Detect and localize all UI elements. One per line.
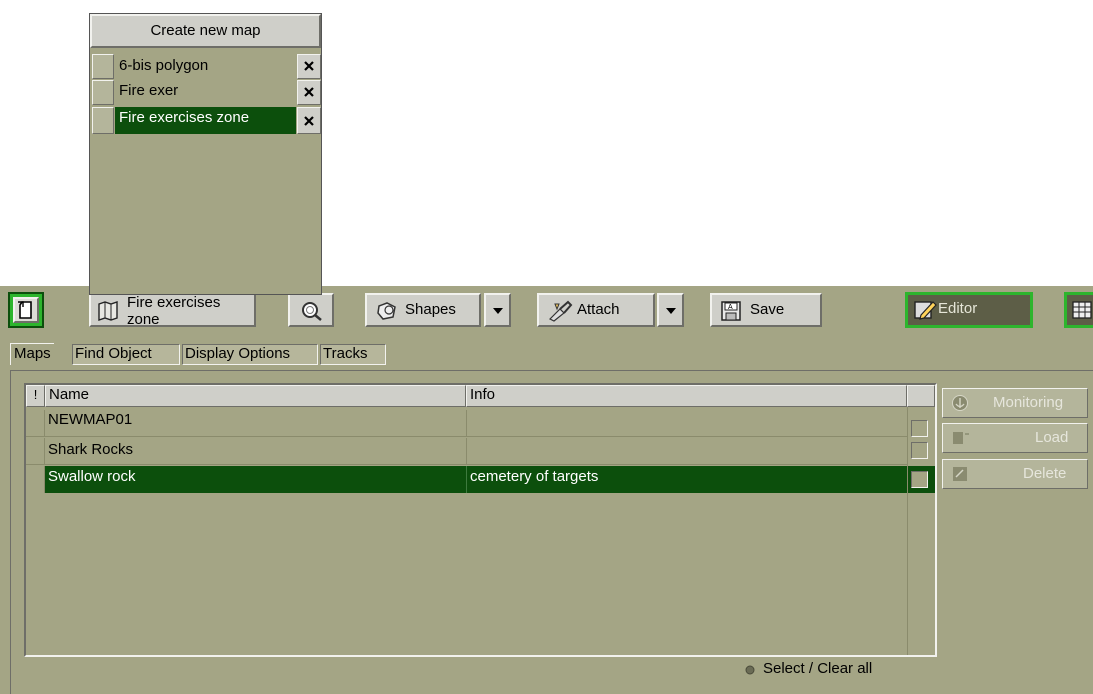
row-name-cell: Swallow rock [48,468,136,485]
attach-button[interactable]: Attach [537,293,655,327]
row-info-cell: cemetery of targets [470,468,599,485]
monitoring-label: Monitoring [993,394,1064,411]
row-checkbox[interactable] [911,442,928,459]
floppy-disk-icon: A [720,300,742,322]
check-column-header[interactable] [907,385,935,407]
maps-table: ! Name Info NEWMAP01 Shark Rocks Swallow… [24,383,937,657]
monitoring-button[interactable]: Monitoring [942,388,1088,418]
close-icon [303,115,315,127]
shapes-dropdown-button[interactable] [484,293,511,327]
shapes-button[interactable]: Shapes [365,293,481,327]
map-dropdown: Create new map 6-bis polygon Fire exer F… [89,13,322,295]
remove-map-button[interactable] [297,80,321,105]
shapes-label: Shapes [405,301,456,318]
table-row[interactable]: NEWMAP01 [26,410,907,437]
save-label: Save [750,301,785,318]
name-header-label: Name [49,386,90,403]
select-clear-all[interactable]: Select / Clear all [743,659,903,681]
magnifier-icon [300,300,324,322]
row-checkbox[interactable] [911,420,928,437]
chevron-down-icon [665,307,677,315]
tab-find-object[interactable]: Find Object [72,344,180,365]
layers-button[interactable] [1064,292,1093,328]
chevron-down-icon [492,307,504,315]
row-name-cell: Shark Rocks [48,441,134,458]
delete-label: Delete [1023,465,1067,482]
editor-label: Editor [938,300,978,317]
editor-button[interactable]: Editor [905,292,1033,328]
remove-map-button[interactable] [297,107,321,134]
list-item[interactable]: 6-bis polygon [115,54,296,79]
radio-dot-icon [745,665,755,675]
list-item[interactable]: Fire exercises zone [115,107,296,134]
tab-display-options-label: Display Options [185,345,291,362]
delete-button[interactable]: Delete [942,459,1088,489]
list-item-label: Fire exer [119,82,179,99]
row-flag-cell [26,466,45,493]
row-name-cell: NEWMAP01 [48,411,133,428]
create-new-map-button[interactable]: Create new map [90,14,321,48]
select-clear-all-label: Select / Clear all [763,660,873,677]
attach-label: Attach [577,301,620,318]
create-new-map-label: Create new map [150,22,261,39]
current-map-label: Fire exercises zone [127,294,221,327]
grid-table-icon [1072,300,1092,320]
map-icon [96,300,120,322]
row-flag-cell [26,410,45,436]
delete-icon [951,465,969,483]
list-item-label: 6-bis polygon [119,57,209,74]
new-document-icon [13,297,39,323]
close-icon [303,86,315,98]
list-item-handle[interactable] [92,80,114,105]
load-icon [951,429,973,447]
tab-tracks[interactable]: Tracks [320,344,386,365]
column-divider [466,438,467,464]
info-header-label: Info [470,386,496,403]
info-column-header[interactable]: Info [466,385,907,407]
current-map-button[interactable]: Fire exercises zone [89,293,256,327]
editor-pen-icon [913,299,937,321]
list-item[interactable]: Fire exer [115,80,296,105]
column-divider [466,410,467,436]
tab-tracks-label: Tracks [323,345,368,362]
tab-display-options[interactable]: Display Options [182,344,318,365]
flag-header-label: ! [33,387,38,402]
shapes-icon [375,300,399,322]
list-item-handle[interactable] [92,107,114,134]
tab-maps-label: Maps [14,345,51,362]
table-row[interactable]: Swallow rock cemetery of targets [26,466,907,493]
load-button[interactable]: Load [942,423,1088,453]
tab-bar: Maps Find Object Display Options Tracks [10,343,610,365]
save-button[interactable]: A Save [710,293,822,327]
attach-icon [547,300,573,322]
row-checkbox[interactable] [911,471,928,488]
anchor-icon [951,394,969,412]
name-column-header[interactable]: Name [45,385,466,407]
tab-maps[interactable]: Maps [10,343,54,365]
remove-map-button[interactable] [297,54,321,79]
attach-dropdown-button[interactable] [657,293,684,327]
new-map-button[interactable] [8,292,44,328]
svg-text:A: A [728,304,733,311]
find-button[interactable] [288,293,334,327]
column-divider [907,407,908,655]
table-row[interactable]: Shark Rocks [26,438,907,465]
flag-column-header[interactable]: ! [26,385,45,407]
column-divider [466,466,467,493]
tab-find-object-label: Find Object [75,345,152,362]
row-flag-cell [26,438,45,464]
load-label: Load [1035,429,1069,446]
list-item-label: Fire exercises zone [119,109,250,126]
list-item-handle[interactable] [92,54,114,79]
close-icon [303,60,315,72]
